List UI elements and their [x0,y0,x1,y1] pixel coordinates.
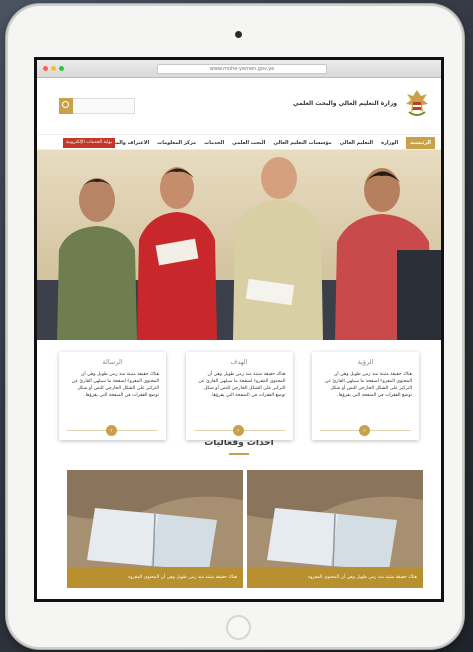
card-text: هناك حقيقة مثبتة منذ زمن طويل وهي أن الم… [198,372,286,398]
card-text: هناك حقيقة مثبتة منذ زمن طويل وهي أن الم… [71,372,159,398]
news-caption: هناك حقيقة مثبتة منذ زمن طويل وهي أن الم… [67,567,243,588]
search-icon [62,101,69,108]
card-title: الرؤية [357,358,374,366]
close-window-button[interactable] [43,66,48,71]
eservices-button[interactable]: بوابة الخدمات الإلكترونية [63,138,115,148]
news-list: هناك حقيقة مثبتة منذ زمن طويل وهي أن الم… [67,470,423,588]
card-more-button[interactable]: › [232,425,244,436]
camera-icon [235,31,242,38]
nav-item-ministry[interactable]: الوزارة [381,140,398,146]
card-mission: الرسالة هناك حقيقة مثبتة منذ زمن طويل وه… [59,352,166,440]
card-goal: الهدف هناك حقيقة مثبتة منذ زمن طويل وهي … [185,352,293,440]
tablet-frame: www.mohe-yemen.gov.ye وزارة التعليم العا… [6,4,464,649]
news-item[interactable]: هناك حقيقة مثبتة منذ زمن طويل وهي أن الم… [67,470,243,588]
site-header: وزارة التعليم العالي والبحث العلمي [37,78,441,134]
card-title: الهدف [230,358,248,366]
section-divider [229,453,249,455]
main-nav: الرئيسية الوزارة التعليم العالي مؤسسات ا… [37,134,441,150]
window-controls [43,66,64,71]
card-title: الرسالة [102,358,123,366]
card-vision: الرؤية هناك حقيقة مثبتة منذ زمن طويل وهي… [312,352,419,440]
nav-item-higher-education[interactable]: التعليم العالي [340,140,373,146]
browser-toolbar: www.mohe-yemen.gov.ye [37,60,441,78]
address-bar[interactable]: www.mohe-yemen.gov.ye [157,64,327,74]
nav-item-info-center[interactable]: مركز المعلومات [157,140,196,146]
card-text: هناك حقيقة مثبتة منذ زمن طويل وهي أن الم… [324,372,412,398]
news-item[interactable]: هناك حقيقة مثبتة منذ زمن طويل وهي أن الم… [247,470,423,588]
maximize-window-button[interactable] [59,66,64,71]
card-more-button[interactable]: › [359,425,370,436]
news-caption: هناك حقيقة مثبتة منذ زمن طويل وهي أن الم… [247,567,423,588]
nav-item-services[interactable]: الخدمات [204,140,224,146]
minimize-window-button[interactable] [51,66,56,71]
nav-item-home[interactable]: الرئيسية [406,137,435,149]
nav-item-research[interactable]: البحث العلمي [232,140,265,146]
nav-item-institutions[interactable]: مؤسسات التعليم العالي [273,140,331,146]
yemen-emblem-logo[interactable] [403,88,431,118]
info-cards: الرؤية هناك حقيقة مثبتة منذ زمن طويل وهي… [59,352,419,440]
tablet-screen: www.mohe-yemen.gov.ye وزارة التعليم العا… [34,57,444,602]
card-more-button[interactable]: › [106,425,117,436]
hero-image [37,150,441,340]
home-button[interactable] [226,615,251,640]
site-title: وزارة التعليم العالي والبحث العلمي [292,100,397,107]
search-button[interactable] [59,98,73,114]
